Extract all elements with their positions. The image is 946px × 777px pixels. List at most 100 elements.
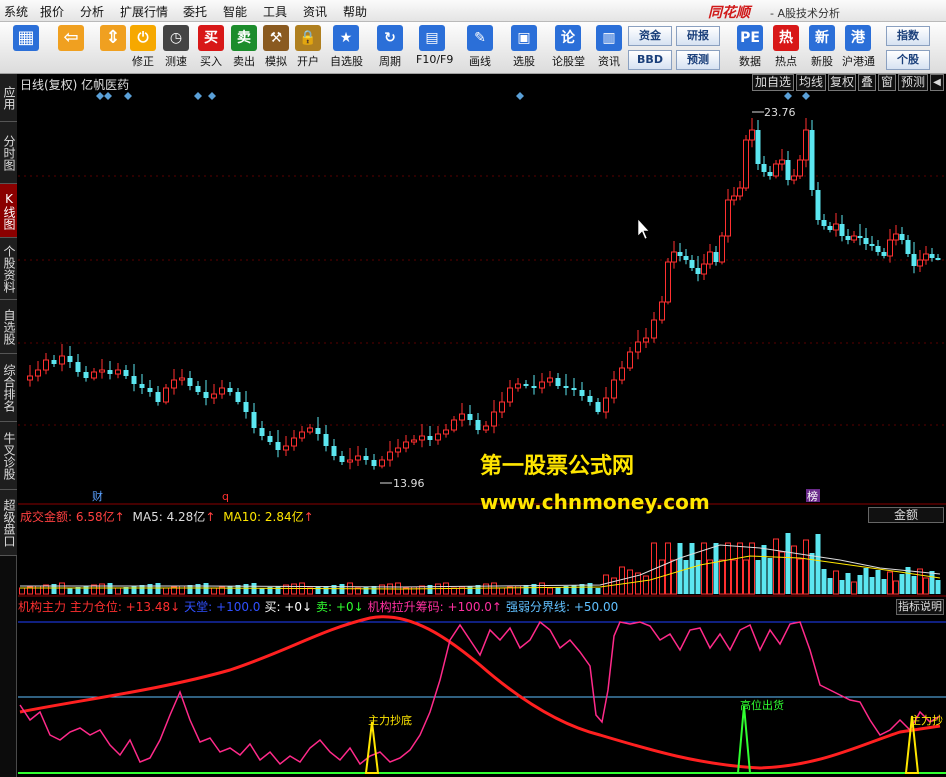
toolbar-button-资讯[interactable]: ▥ 资讯 <box>593 25 625 71</box>
toolbar-button-画线[interactable]: ✎ 画线 <box>464 25 496 71</box>
toolbar-button-数据[interactable]: PE 数据 <box>734 25 766 71</box>
event-marker-finance[interactable]: 财 <box>92 489 103 503</box>
volume-label: 成交金额: <box>20 510 73 524</box>
indicator-item-5: 强弱分界线: +50.00 <box>505 600 619 614</box>
sse-hkex-icon: 港 <box>845 25 871 51</box>
sidebar-tab-stock-info[interactable]: 个股资料 <box>0 238 17 300</box>
toolbar-button-论股堂[interactable]: 论论股堂 <box>552 25 585 71</box>
toolbar-button-选股[interactable]: ▣ 选股 <box>508 25 540 71</box>
toolbar-button-周期[interactable]: ↻ 周期 <box>374 25 406 71</box>
fund-flow-button[interactable]: 资金 <box>628 26 672 46</box>
window-subtitle: - A股技术分析 <box>770 7 840 20</box>
watermark-title: 第一股票公式网 <box>480 454 635 479</box>
ma5-label: MA5: <box>132 510 163 524</box>
toolbar-button-label: 画线 <box>469 55 491 68</box>
toolbar-button-label: 热点 <box>775 55 797 68</box>
toolbar-button-label: 模拟 <box>265 55 287 68</box>
toolbar-button-label: 自选股 <box>330 55 363 68</box>
sidebar-tab-order-book[interactable]: 超级盘口 <box>0 490 17 556</box>
signal-bottom-buy-2: 主力抄 <box>910 714 943 727</box>
amount-toggle-button[interactable]: 金额 <box>868 507 944 523</box>
sidebar-tab-kline[interactable]: K线图 <box>0 184 17 238</box>
toolbar-button-模拟[interactable]: ⚒ 模拟 <box>260 25 292 71</box>
toolbar-button-label: 沪港通 <box>842 55 875 68</box>
toolbar-button-修正[interactable]: ⏻ 修正 <box>127 25 159 71</box>
toolbar-button-label: 数据 <box>739 55 761 68</box>
forecast-button[interactable]: 预测 <box>898 74 928 91</box>
collapse-icon[interactable]: ◀ <box>930 74 944 91</box>
indicator-name: 机构主力 <box>18 600 70 614</box>
indicator-help-button[interactable]: 指标说明 <box>896 599 944 615</box>
toolbar-button-layout[interactable]: ▦ <box>10 25 42 71</box>
sidebar-tab-watchlist[interactable]: 自选股 <box>0 300 17 354</box>
sidebar-tab-diagnosis[interactable]: 牛叉诊股 <box>0 422 17 490</box>
toolbar-button-开户[interactable]: 🔒 开户 <box>292 25 324 71</box>
indicator-item-4: 机构拉升筹码: +100.0↑ <box>367 600 502 614</box>
toolbar-button-测速[interactable]: ◷ 测速 <box>160 25 192 71</box>
add-watchlist-button[interactable]: 加自选 <box>752 74 794 91</box>
menu-extended-quote[interactable]: 扩展行情 <box>120 3 168 20</box>
toolbar-button-卖出[interactable]: 卖卖出 <box>228 25 260 71</box>
sidebar-tab-apps[interactable]: 应用 <box>0 74 17 122</box>
index-button[interactable]: 指数 <box>886 26 930 46</box>
bbd-button[interactable]: BBD <box>628 50 672 70</box>
toolbar-button-F10/F9[interactable]: ▤ F10/F9 <box>416 25 454 71</box>
signal-top-sell: 高位出货 <box>740 699 784 712</box>
event-marker-q[interactable]: q <box>222 490 229 503</box>
indicator-item-2: 买: +0↓ <box>264 600 313 614</box>
menu-system[interactable]: 系统 <box>4 3 28 20</box>
lock-icon: 🔒 <box>295 25 321 51</box>
sidebar-tab-ranking[interactable]: 综合排名 <box>0 354 17 422</box>
kline-chart-area[interactable]: 23.76 13.96 财 q 榜 <box>18 74 946 777</box>
ma10-value: 2.84亿 <box>264 510 304 524</box>
toolbar-button-买入[interactable]: 买买入 <box>195 25 227 71</box>
updown-arrow-icon: ⇕ <box>100 25 126 51</box>
adjust-button[interactable]: 复权 <box>828 74 856 91</box>
toolbar-button-label: 周期 <box>379 55 401 68</box>
toolbar-button-热点[interactable]: 热热点 <box>770 25 802 71</box>
sell-icon: 卖 <box>231 25 257 51</box>
toolbar-button-label: 修正 <box>132 55 154 68</box>
toolbar-button-新股[interactable]: 新新股 <box>806 25 838 71</box>
toolbar-button-updown-arrow[interactable]: ⇕ <box>97 25 129 71</box>
clock-icon: ◷ <box>163 25 189 51</box>
signal-bottom-buy-1: 主力抄底 <box>368 714 412 727</box>
pe-icon: PE <box>737 25 763 51</box>
menu-trade[interactable]: 委托 <box>183 3 207 20</box>
toolbar-button-沪港通[interactable]: 港沪港通 <box>842 25 875 71</box>
pen-icon: ✎ <box>467 25 493 51</box>
high-price-label: 23.76 <box>764 106 796 119</box>
toolbar-button-label: F10/F9 <box>416 53 454 66</box>
ma5-value: 4.28亿 <box>166 510 206 524</box>
menu-quote[interactable]: 报价 <box>40 3 64 20</box>
volume-legend: 成交金额: 6.58亿↑ MA5: 4.28亿↑ MA10: 2.84亿↑ <box>20 510 314 524</box>
toolbar-button-自选股[interactable]: ★ 自选股 <box>330 25 363 71</box>
hammer-icon: ⚒ <box>263 25 289 51</box>
menu-help[interactable]: 帮助 <box>343 3 367 20</box>
research-button[interactable]: 研报 <box>676 26 720 46</box>
cycle-icon: ↻ <box>377 25 403 51</box>
ma10-label: MA10: <box>223 510 262 524</box>
toolbar-button-label: 开户 <box>297 55 319 68</box>
toolbar: ▦ ⇦ ⇕ ⏻ 修正 ◷ 测速买买入卖卖出 ⚒ 模拟 🔒 开户 ★ 自选股 ↻ 周期 ▤ F10/F9 ✎ 画线 ▣ 选… <box>0 22 946 74</box>
menu-smart[interactable]: 智能 <box>223 3 247 20</box>
menu-tools[interactable]: 工具 <box>263 3 287 20</box>
overlay-button[interactable]: 叠 <box>858 74 876 91</box>
buy-icon: 买 <box>198 25 224 51</box>
brand-logo: 同花顺 <box>708 5 750 21</box>
layout-icon: ▦ <box>13 25 39 51</box>
event-marker-rank[interactable]: 榜 <box>807 489 818 503</box>
stock-button[interactable]: 个股 <box>886 50 930 70</box>
menu-news[interactable]: 资讯 <box>303 3 327 20</box>
indicator-item-0: 主力仓位: +13.48↓ <box>69 600 181 614</box>
menu-analysis[interactable]: 分析 <box>80 3 104 20</box>
star-icon: ★ <box>333 25 359 51</box>
f10-icon: ▤ <box>419 25 445 51</box>
window-button[interactable]: 窗 <box>878 74 896 91</box>
toolbar-button-back-arrow[interactable]: ⇦ <box>55 25 87 71</box>
forecast-small-button[interactable]: 预测 <box>676 50 720 70</box>
sidebar-tab-intraday[interactable]: 分时图 <box>0 122 17 184</box>
ma-button[interactable]: 均线 <box>796 74 826 91</box>
chart-title: 日线(复权) 亿帆医药 <box>20 78 130 92</box>
back-arrow-icon: ⇦ <box>58 25 84 51</box>
